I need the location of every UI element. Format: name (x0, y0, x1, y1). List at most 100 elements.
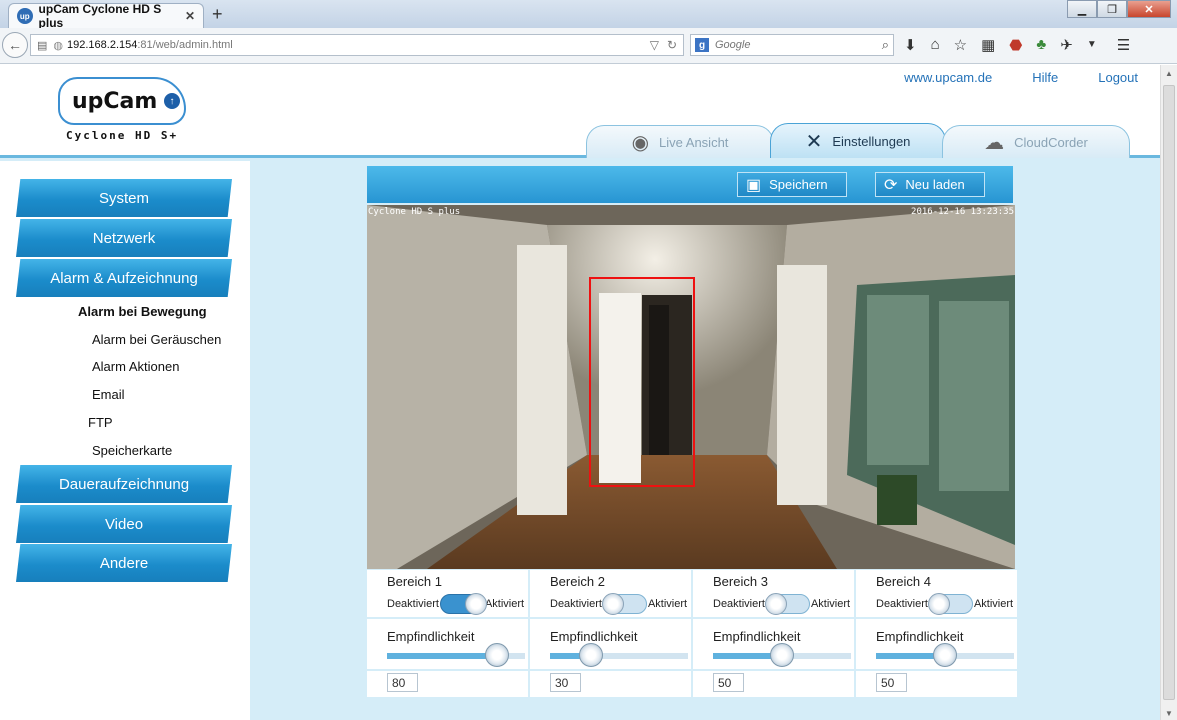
area-enable-toggle[interactable] (601, 593, 647, 615)
motion-areas-grid: Bereich 1 Deaktiviert Aktiviert Empfindlich… (367, 570, 1019, 700)
sensitivity-slider[interactable] (387, 643, 525, 667)
tab-cloudcorder[interactable]: ☁ CloudCorder (942, 125, 1130, 158)
upcam-logo: upCam ↑ Cyclone HD S+ (58, 77, 188, 147)
sensitivity-value-input[interactable] (713, 673, 744, 692)
browser-tab[interactable]: up upCam Cyclone HD S plus ✕ (8, 2, 204, 30)
address-bar[interactable]: ▤ ◍ 192.168.2.154 :81/web/admin.html ▽ ↻ (30, 34, 684, 56)
floppy-icon: ▣ (746, 176, 762, 194)
new-tab-icon[interactable]: + (212, 4, 223, 25)
scroll-down-icon[interactable]: ▼ (1165, 709, 1173, 718)
reload-button[interactable]: ⟳ Neu laden (875, 172, 985, 197)
search-icon[interactable]: ⌕ (882, 37, 889, 53)
sidebar-sub-actions[interactable]: Alarm Aktionen (92, 359, 179, 374)
search-bar[interactable]: g ⌕ (690, 34, 894, 56)
minimize-icon[interactable]: ▁ (1067, 0, 1097, 18)
slider-knob[interactable] (579, 643, 604, 667)
scrollbar-thumb[interactable] (1163, 85, 1175, 700)
slider-knob[interactable] (933, 643, 957, 667)
web-page: upCam ↑ Cyclone HD S+ www.upcam.de Hilfe… (0, 65, 1160, 720)
chevron-down-icon[interactable]: ▼ (1087, 39, 1097, 54)
camera-overlay-model: Cyclone HD S plus (368, 207, 461, 217)
sensitivity-value-input[interactable] (876, 673, 907, 692)
area-4-toggle-cell: Bereich 4 Deaktiviert Aktiviert (856, 570, 1017, 617)
browser-toolbar: ⬇ ⌂ ☆ ▦ ⬣ ♣ ✈ ▼ ☰ (904, 36, 1130, 54)
home-icon[interactable]: ⌂ (931, 36, 940, 54)
area-toggle-row: Deaktiviert Aktiviert (713, 593, 850, 615)
area-2-sensitivity-cell: Empfindlichkeit (530, 619, 691, 669)
addon-icon[interactable]: ✈ (1060, 36, 1073, 54)
area-3-toggle-cell: Bereich 3 Deaktiviert Aktiviert (693, 570, 854, 617)
back-button[interactable]: ← (2, 32, 28, 58)
logout-link[interactable]: Logout (1098, 70, 1138, 85)
area-enable-toggle[interactable] (927, 593, 973, 615)
tab-settings[interactable]: ✕ Einstellungen (770, 123, 946, 158)
motion-detection-area[interactable] (589, 277, 695, 487)
sidebar-item-other[interactable]: Andere (16, 544, 232, 582)
area-2-toggle-cell: Bereich 2 Deaktiviert Aktiviert (530, 570, 691, 617)
search-input[interactable] (713, 38, 882, 52)
google-icon[interactable]: g (695, 38, 709, 52)
sidebar-sub-noise[interactable]: Alarm bei Geräuschen (92, 332, 221, 347)
camera-feed[interactable]: Cyclone HD S plus 2016-12-16 13:23:35 (367, 205, 1015, 569)
page-icon: ▤ (37, 39, 48, 52)
maximize-icon[interactable]: ❐ (1097, 0, 1127, 18)
sidebar-sub-ftp[interactable]: FTP (88, 415, 113, 430)
area-1-value-cell (367, 671, 528, 697)
cloud-icon: ☁ (984, 131, 1005, 154)
sidebar-item-continuous[interactable]: Daueraufzeichnung (16, 465, 232, 503)
sidebar-item-alarm[interactable]: Alarm & Aufzeichnung (16, 259, 232, 297)
area-3-sensitivity-cell: Empfindlichkeit (693, 619, 854, 669)
toggle-knob[interactable] (927, 593, 950, 615)
scroll-up-icon[interactable]: ▲ (1165, 69, 1173, 78)
tab-settings-label: Einstellungen (832, 133, 911, 149)
sidebar-sub-motion[interactable]: Alarm bei Bewegung (78, 304, 207, 319)
sidebar-item-network[interactable]: Netzwerk (16, 219, 232, 257)
slider-knob[interactable] (770, 643, 794, 667)
menu-icon[interactable]: ☰ (1117, 36, 1130, 54)
area-1-toggle-cell: Bereich 1 Deaktiviert Aktiviert (367, 570, 528, 617)
toggle-knob[interactable] (464, 593, 487, 615)
sensitivity-slider[interactable] (550, 643, 688, 667)
vertical-scrollbar[interactable]: ▲ ▼ (1160, 65, 1177, 720)
extension-icon[interactable]: ♣ (1036, 36, 1046, 54)
dropdown-icon[interactable]: ▽ (650, 38, 659, 52)
slider-knob[interactable] (485, 643, 510, 667)
reload-icon[interactable]: ↻ (667, 38, 677, 52)
close-tab-icon[interactable]: ✕ (185, 9, 195, 23)
toggle-knob[interactable] (764, 593, 787, 615)
logo-subtitle: Cyclone HD S+ (66, 129, 179, 142)
tab-live-view[interactable]: ◉ Live Ansicht (586, 125, 774, 158)
star-icon[interactable]: ☆ (954, 36, 967, 54)
window-controls: ▁ ❐ ✕ (1067, 0, 1171, 18)
area-1-sensitivity-cell: Empfindlichkeit (367, 619, 528, 669)
help-link[interactable]: Hilfe (1032, 70, 1058, 85)
save-button[interactable]: ▣ Speichern (737, 172, 847, 197)
camera-overlay-timestamp: 2016-12-16 13:23:35 (911, 207, 1014, 217)
tab-cloudcorder-label: CloudCorder (1014, 134, 1088, 150)
toggle-on-label: Aktiviert (973, 598, 1014, 610)
download-icon[interactable]: ⬇ (904, 36, 917, 54)
window-close-icon[interactable]: ✕ (1127, 0, 1171, 18)
area-3-value-cell (693, 671, 854, 697)
browser-tab-title: upCam Cyclone HD S plus (38, 2, 162, 30)
sensitivity-value-input[interactable] (387, 673, 418, 692)
sidebar-item-system[interactable]: System (16, 179, 232, 217)
browser-navbar: ← ▤ ◍ 192.168.2.154 :81/web/admin.html ▽… (0, 28, 1177, 64)
sensitivity-slider[interactable] (876, 643, 1014, 667)
toggle-knob[interactable] (601, 593, 624, 615)
area-enable-toggle[interactable] (439, 593, 487, 615)
area-name: Bereich 3 (713, 574, 768, 589)
sensitivity-value-input[interactable] (550, 673, 581, 692)
sidebar-item-video[interactable]: Video (16, 505, 232, 543)
toggle-off-label: Deaktiviert (550, 598, 602, 610)
sidebar-sub-email[interactable]: Email (92, 387, 125, 402)
adblock-icon[interactable]: ⬣ (1009, 36, 1022, 54)
sensitivity-slider[interactable] (713, 643, 851, 667)
sidebar-sub-sdcard[interactable]: Speicherkarte (92, 443, 172, 458)
area-name: Bereich 4 (876, 574, 931, 589)
area-enable-toggle[interactable] (764, 593, 810, 615)
reading-list-icon[interactable]: ▦ (981, 36, 995, 54)
save-label: Speichern (769, 177, 828, 192)
sensitivity-label: Empfindlichkeit (713, 629, 801, 644)
website-link[interactable]: www.upcam.de (904, 70, 992, 85)
